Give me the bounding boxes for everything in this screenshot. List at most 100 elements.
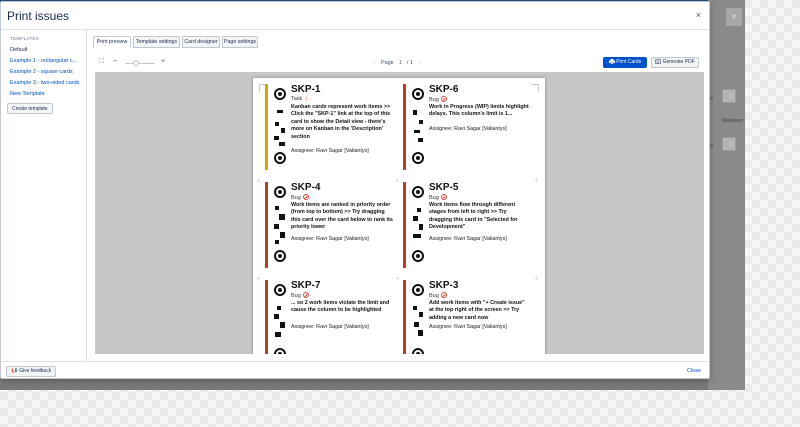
crop-mark: + bbox=[534, 274, 539, 283]
card-summary: ... so 2 work items violate the limit an… bbox=[291, 300, 390, 314]
print-issues-dialog: Print issues × TEMPLATES Default Example… bbox=[0, 1, 710, 379]
qr-code-icon bbox=[273, 184, 287, 268]
template-example-3[interactable]: Example 3 - two-sided cards bbox=[10, 80, 79, 86]
card-assignee: Assignee: Ravi Sagar [Valiantys] bbox=[291, 324, 369, 330]
bug-icon bbox=[302, 194, 309, 200]
crop-mark bbox=[531, 84, 539, 92]
page-navigator: ‹ Page / 1 › bbox=[373, 59, 421, 67]
template-example-2[interactable]: Example 2 - square cards bbox=[10, 69, 73, 75]
card-summary: Work items are ranked in priority order … bbox=[291, 202, 393, 231]
card-color-bar bbox=[403, 280, 406, 354]
card-issue-type: Bug bbox=[291, 194, 309, 201]
close-link[interactable]: Close bbox=[687, 368, 701, 374]
crop-mark: + bbox=[395, 176, 400, 185]
card-issue-type: Bug bbox=[429, 194, 447, 201]
card-issue-type: Bug bbox=[429, 96, 447, 103]
zoom-out-icon[interactable]: − bbox=[113, 58, 117, 65]
give-feedback-button[interactable]: 📢 Give feedback bbox=[6, 366, 57, 377]
generate-pdf-label: Generate PDF bbox=[662, 59, 695, 65]
card-color-bar bbox=[265, 84, 268, 170]
issue-card[interactable]: SKP-6 Bug Work in Progress (WIP) limits … bbox=[403, 82, 531, 174]
card-key[interactable]: SKP-4 bbox=[291, 182, 320, 193]
card-issue-type: Task ↑ bbox=[291, 96, 308, 103]
qr-code-icon bbox=[411, 282, 425, 354]
page-number-input[interactable] bbox=[395, 59, 406, 67]
bug-icon bbox=[440, 96, 447, 102]
issue-card[interactable]: SKP-3 Bug Add work items with "+ Create … bbox=[403, 278, 531, 354]
card-key[interactable]: SKP-1 bbox=[291, 84, 320, 95]
card-summary: Kanban cards represent work items >> Cli… bbox=[291, 104, 391, 140]
card-key[interactable]: SKP-6 bbox=[429, 84, 458, 95]
chevron-right-icon[interactable]: › bbox=[419, 60, 421, 66]
task-icon: ↑ bbox=[304, 96, 308, 103]
preview-page: + + + + + + SKP-1 Task ↑ Kanban cards re… bbox=[253, 78, 545, 354]
qr-code-icon bbox=[273, 86, 287, 170]
card-assignee: Assignee: Ravi Sagar [Valiantys] bbox=[291, 236, 369, 242]
bug-icon bbox=[440, 292, 447, 298]
issue-card[interactable]: SKP-5 Bug Work items flow through differ… bbox=[403, 180, 531, 272]
tab-page-settings[interactable]: Page settings bbox=[222, 36, 258, 48]
issue-card[interactable]: SKP-7 Bug ... so 2 work items violate th… bbox=[265, 278, 393, 354]
card-color-bar bbox=[403, 182, 406, 268]
card-key[interactable]: SKP-3 bbox=[429, 280, 458, 291]
close-icon[interactable]: × bbox=[696, 10, 701, 20]
fullscreen-icon[interactable]: ⛶ bbox=[99, 58, 104, 66]
card-summary: Work in Progress (WIP) limits highlight … bbox=[429, 104, 529, 118]
crop-mark: + bbox=[534, 176, 539, 185]
qr-code-icon bbox=[273, 282, 287, 354]
create-template-button[interactable]: Create template bbox=[7, 103, 53, 114]
crop-mark: + bbox=[256, 176, 261, 185]
printer-icon bbox=[608, 58, 615, 64]
print-preview-area[interactable]: + + + + + + SKP-1 Task ↑ Kanban cards re… bbox=[95, 72, 704, 354]
template-default[interactable]: Default bbox=[10, 47, 27, 53]
zoom-slider-handle[interactable] bbox=[133, 60, 139, 66]
template-new[interactable]: New Template bbox=[10, 91, 45, 97]
pdf-icon bbox=[655, 58, 661, 64]
dialog-footer: 📢 Give feedback Close bbox=[1, 361, 709, 380]
crop-mark: + bbox=[256, 274, 261, 283]
avatar bbox=[722, 137, 736, 151]
megaphone-icon: 📢 bbox=[11, 368, 18, 374]
card-color-bar bbox=[265, 182, 268, 268]
preview-toolbar: ⛶ − + ‹ Page / 1 › Print Cards bbox=[93, 55, 703, 71]
template-example-1[interactable]: Example 1 - rectangular c... bbox=[10, 58, 77, 64]
templates-sidebar: TEMPLATES Default Example 1 - rectangula… bbox=[1, 30, 87, 361]
card-assignee: Assignee: Ravi Sagar [Valiantys] bbox=[429, 126, 507, 132]
qr-code-icon bbox=[411, 184, 425, 268]
tab-template-settings[interactable]: Template settings bbox=[133, 36, 180, 48]
page-label: Page bbox=[380, 60, 394, 66]
give-feedback-label: Give feedback bbox=[19, 368, 52, 374]
bug-icon bbox=[440, 194, 447, 200]
card-color-bar bbox=[265, 280, 268, 354]
print-cards-label: Print Cards bbox=[616, 59, 642, 65]
dialog-header: Print issues × bbox=[1, 2, 709, 30]
bug-icon bbox=[302, 292, 309, 298]
page-separator: / bbox=[406, 60, 409, 66]
qr-code-icon bbox=[411, 86, 425, 170]
avatar bbox=[722, 89, 736, 103]
tab-print-preview[interactable]: Print preview bbox=[93, 36, 131, 48]
card-issue-type: Bug bbox=[291, 292, 309, 299]
background-text: Releases bbox=[722, 118, 743, 124]
crop-mark: + bbox=[395, 274, 400, 283]
card-color-bar bbox=[403, 84, 406, 170]
zoom-in-icon[interactable]: + bbox=[161, 58, 165, 65]
card-assignee: Assignee: Ravi Sagar [Valiantys] bbox=[291, 148, 369, 154]
generate-pdf-button[interactable]: Generate PDF bbox=[651, 57, 699, 68]
zoom-slider[interactable] bbox=[125, 63, 155, 64]
page-total: 1 bbox=[409, 60, 414, 66]
card-key[interactable]: SKP-5 bbox=[429, 182, 458, 193]
issue-card[interactable]: SKP-4 Bug Work items are ranked in prior… bbox=[265, 180, 393, 272]
issue-card[interactable]: SKP-1 Task ↑ Kanban cards represent work … bbox=[265, 82, 393, 174]
card-issue-type: Bug bbox=[429, 292, 447, 299]
card-assignee: Assignee: Ravi Sagar [Valiantys] bbox=[429, 236, 507, 242]
templates-heading: TEMPLATES bbox=[10, 36, 40, 41]
tab-card-designer[interactable]: Card designer bbox=[182, 36, 220, 48]
card-summary: Add work items with "+ Create issue" at … bbox=[429, 300, 525, 321]
background-panel bbox=[708, 0, 745, 390]
dialog-title: Print issues bbox=[7, 9, 70, 23]
print-cards-button[interactable]: Print Cards bbox=[603, 57, 647, 68]
chevron-left-icon[interactable]: ‹ bbox=[373, 60, 375, 66]
card-key[interactable]: SKP-7 bbox=[291, 280, 320, 291]
card-summary: Work items flow through different stages… bbox=[429, 202, 518, 231]
